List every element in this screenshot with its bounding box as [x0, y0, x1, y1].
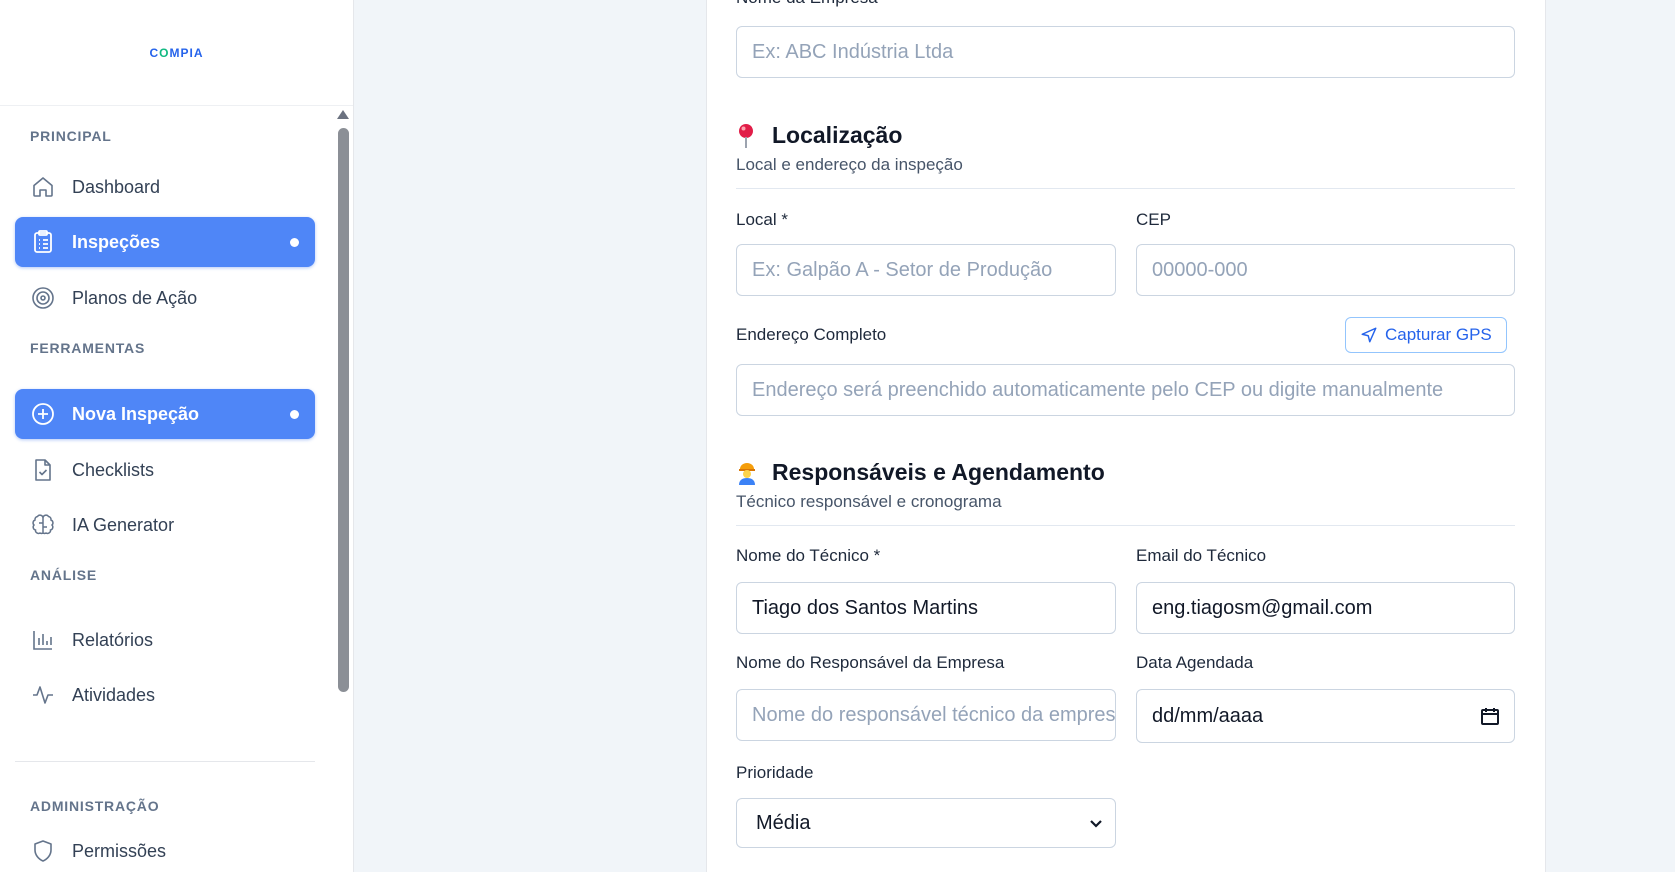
- sidebar-nav: PRINCIPAL Dashboard Inspeções Planos de …: [0, 106, 336, 872]
- section-title-ferramentas: FERRAMENTAS: [30, 340, 146, 356]
- local-input[interactable]: Ex: Galpão A - Setor de Produção: [736, 244, 1116, 296]
- sidebar-item-label: Planos de Ação: [72, 287, 198, 308]
- sidebar-item-label: Inspeções: [72, 231, 161, 252]
- target-icon: [30, 285, 56, 311]
- form-card: Nome da Empresa * Ex: ABC Indústria Ltda…: [706, 0, 1546, 872]
- responsaveis-subtitle: Técnico responsável e cronograma: [736, 492, 1002, 511]
- clipboard-list-icon: [30, 229, 56, 255]
- bar-chart-icon: [30, 627, 56, 653]
- navigation-icon: [1361, 327, 1377, 343]
- cep-input[interactable]: 00000-000: [1136, 244, 1515, 296]
- sidebar-item-checklists[interactable]: Checklists: [15, 445, 315, 495]
- empresa-input[interactable]: Ex: ABC Indústria Ltda: [736, 26, 1515, 78]
- email-label: Email do Técnico: [1136, 546, 1267, 565]
- localizacao-subtitle: Local e endereço da inspeção: [736, 155, 963, 174]
- tecnico-input[interactable]: Tiago dos Santos Martins: [736, 582, 1116, 634]
- sidebar-item-label: IA Generator: [72, 514, 175, 535]
- localizacao-divider: [736, 188, 1515, 189]
- cep-label: CEP: [1136, 210, 1171, 229]
- file-check-icon: [30, 457, 56, 483]
- sidebar-item-inspecoes[interactable]: Inspeções: [15, 217, 315, 267]
- data-label: Data Agendada: [1136, 653, 1254, 672]
- section-title-administracao: ADMINISTRAÇÃO: [30, 798, 160, 814]
- email-input[interactable]: eng.tiagosm@gmail.com: [1136, 582, 1515, 634]
- sidebar-item-permissoes[interactable]: Permissões: [15, 826, 315, 872]
- sidebar: COMPIA PRINCIPAL Dashboard Inspeções Pla…: [0, 0, 354, 872]
- logo-text: COMPIA: [149, 45, 204, 60]
- sidebar-scrollbar-thumb[interactable]: [338, 128, 349, 692]
- active-indicator: [290, 237, 299, 247]
- data-value: dd/mm/aaaa: [1152, 704, 1264, 727]
- endereco-input[interactable]: Endereço será preenchido automaticamente…: [736, 364, 1515, 416]
- brain-icon: [30, 512, 56, 538]
- sidebar-divider: [15, 761, 315, 762]
- pin-icon: [736, 123, 762, 149]
- sidebar-item-nova-inspecao[interactable]: Nova Inspeção: [15, 389, 315, 439]
- sidebar-item-planos[interactable]: Planos de Ação: [15, 273, 315, 323]
- data-input[interactable]: dd/mm/aaaa: [1136, 689, 1515, 743]
- prioridade-value: Média: [756, 811, 811, 834]
- prioridade-label: Prioridade: [736, 763, 814, 782]
- local-label: Local *: [736, 210, 788, 229]
- sidebar-item-label: Nova Inspeção: [72, 403, 200, 424]
- worker-icon: [736, 461, 762, 485]
- endereco-label: Endereço Completo: [736, 325, 887, 344]
- sidebar-item-label: Relatórios: [72, 629, 154, 650]
- prioridade-select[interactable]: Média: [736, 798, 1116, 848]
- sidebar-item-label: Atividades: [72, 684, 156, 705]
- capturar-gps-button[interactable]: Capturar GPS: [1345, 317, 1507, 353]
- sidebar-item-label: Permissões: [72, 840, 167, 861]
- resp-empresa-label: Nome do Responsável da Empresa: [736, 653, 1005, 672]
- chevron-down-icon: [1090, 820, 1102, 828]
- calendar-icon[interactable]: [1480, 706, 1500, 726]
- section-title-principal: PRINCIPAL: [30, 128, 112, 144]
- sidebar-item-atividades[interactable]: Atividades: [15, 670, 315, 720]
- section-title-analise: ANÁLISE: [30, 567, 98, 583]
- home-icon: [30, 174, 56, 200]
- responsaveis-divider: [736, 525, 1515, 526]
- activity-icon: [30, 682, 56, 708]
- sidebar-item-relatorios[interactable]: Relatórios: [15, 615, 315, 665]
- logo[interactable]: COMPIA: [0, 0, 353, 106]
- tecnico-label: Nome do Técnico *: [736, 546, 881, 565]
- scroll-up-arrow[interactable]: [337, 110, 349, 119]
- empresa-label: Nome da Empresa *: [736, 0, 889, 8]
- sidebar-item-ia-generator[interactable]: IA Generator: [15, 500, 315, 550]
- localizacao-heading: Localização: [736, 122, 902, 149]
- active-indicator: [290, 409, 299, 419]
- sidebar-item-label: Dashboard: [72, 176, 161, 197]
- resp-empresa-input[interactable]: Nome do responsável técnico da empresa: [736, 689, 1116, 741]
- shield-icon: [30, 838, 56, 864]
- responsaveis-heading: Responsáveis e Agendamento: [736, 459, 1105, 486]
- sidebar-item-dashboard[interactable]: Dashboard: [15, 162, 315, 212]
- sidebar-item-label: Checklists: [72, 459, 155, 480]
- plus-circle-icon: [30, 401, 56, 427]
